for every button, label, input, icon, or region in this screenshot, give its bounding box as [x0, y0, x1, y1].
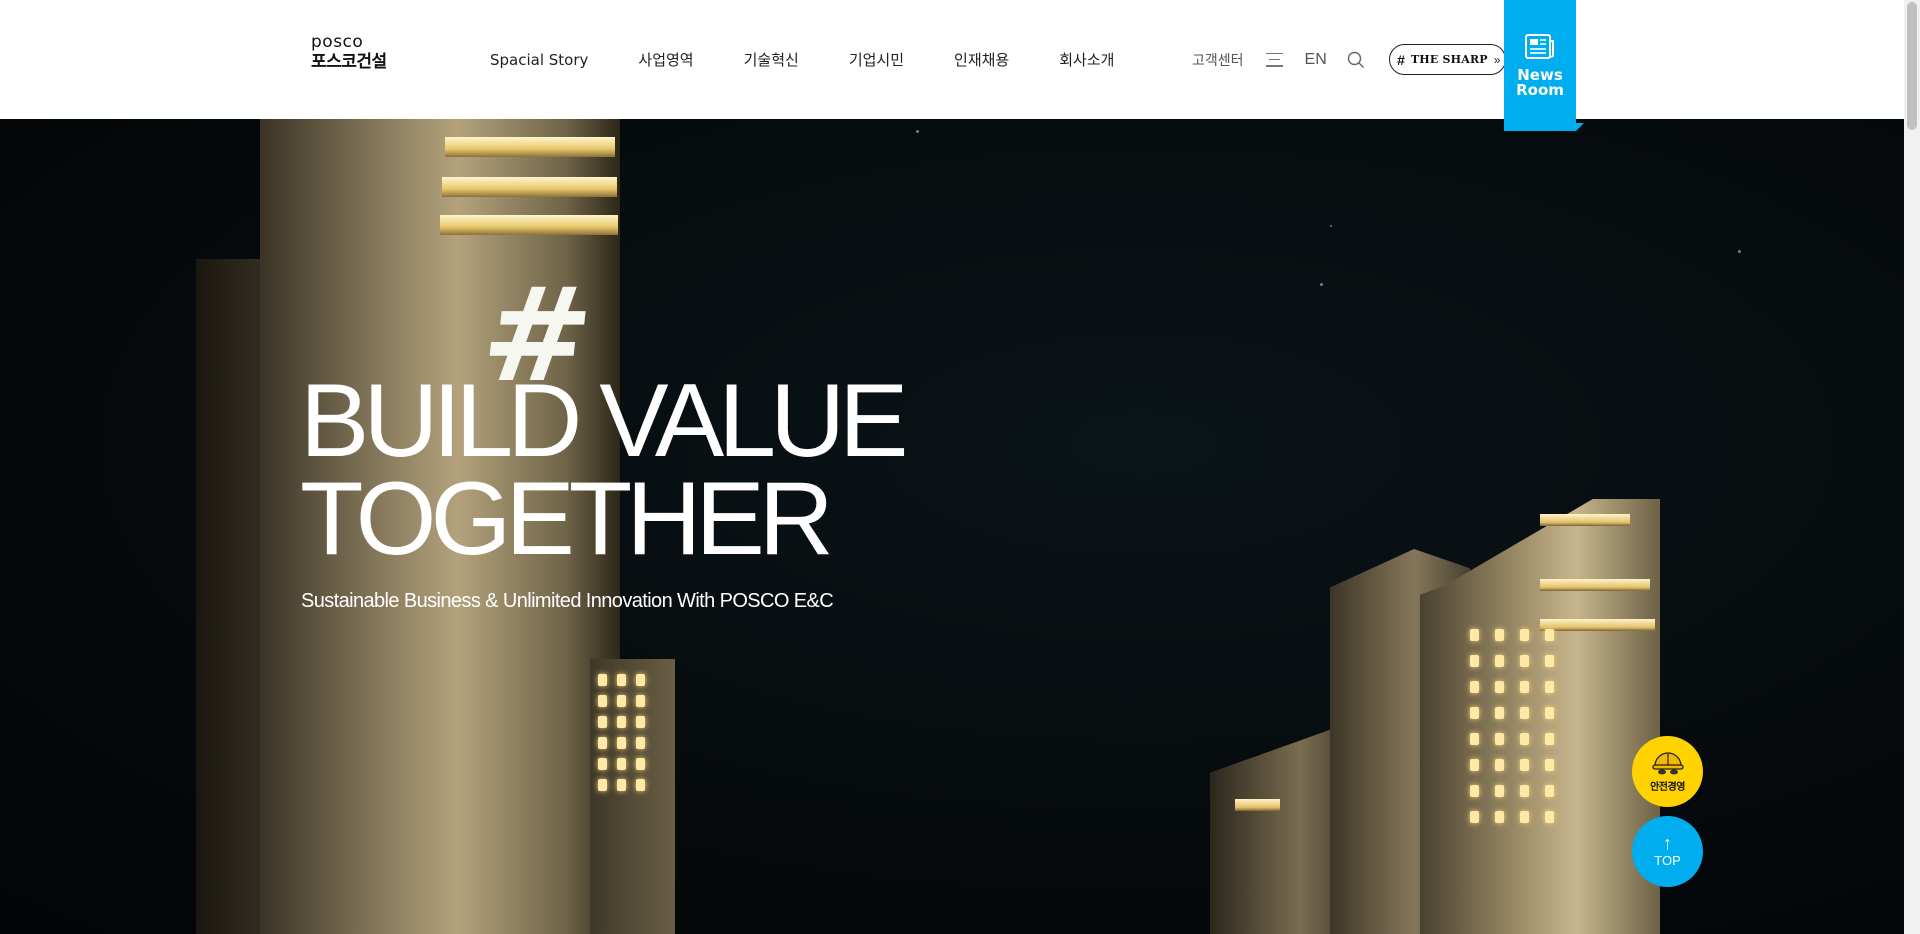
tower-light-band [442, 177, 617, 197]
main-nav: Spacial Story 사업영역 기술혁신 기업시민 인재채용 회사소개 [490, 0, 1164, 119]
tower-light-band [445, 137, 615, 157]
hamburger-icon[interactable] [1265, 52, 1283, 67]
nav-item-business[interactable]: 사업영역 [638, 49, 693, 70]
arrow-up-icon: ↑ [1663, 833, 1672, 853]
nav-item-company[interactable]: 회사소개 [1059, 49, 1114, 70]
nav-item-recruit[interactable]: 인재채용 [954, 49, 1009, 70]
utility-bar: 고객센터 EN # THE SHARP » [1192, 0, 1506, 119]
star [1320, 283, 1323, 286]
hero-title: BUILD VALUE TOGETHER [300, 363, 909, 577]
star [1738, 250, 1741, 253]
right-tower-light-band [1540, 619, 1655, 631]
newsroom-label: News Room [1516, 66, 1564, 99]
posco-logo[interactable]: posco 포스코건설 [311, 34, 387, 71]
star [1330, 225, 1332, 227]
hero-subtitle: Sustainable Business & Unlimited Innovat… [301, 590, 834, 612]
scrollbar-thumb[interactable] [1907, 2, 1917, 130]
nav-item-technology[interactable]: 기술혁신 [744, 49, 799, 70]
scroll-top-button[interactable]: ↑ TOP [1632, 816, 1703, 887]
double-chevron-icon: » [1493, 52, 1500, 67]
nav-item-spacial-story[interactable]: Spacial Story [490, 51, 588, 69]
right-tower-light-band [1540, 514, 1630, 526]
site-header: posco 포스코건설 Spacial Story 사업영역 기술혁신 기업시민… [0, 0, 1904, 131]
nav-item-corporate-citizenship[interactable]: 기업시민 [849, 49, 904, 70]
search-icon[interactable] [1347, 51, 1365, 69]
safety-management-label: 안전경영 [1650, 782, 1685, 793]
customer-center-link[interactable]: 고객센터 [1192, 50, 1244, 70]
right-windows [1470, 629, 1554, 823]
star [916, 130, 919, 133]
logo-en-text: posco [311, 32, 364, 52]
hardhat-icon [1651, 752, 1684, 775]
scroll-top-label: TOP [1654, 853, 1681, 868]
safety-management-button[interactable]: 안전경영 [1632, 736, 1703, 807]
left-windows [598, 674, 645, 791]
hero-section: # BUILD VALUE TOGETHER Sustainable Busin… [0, 119, 1904, 934]
newspaper-icon [1525, 34, 1554, 59]
page-scrollbar[interactable] [1904, 0, 1920, 934]
tower-light-band [440, 215, 618, 235]
sharp-hash-icon: # [1397, 51, 1405, 68]
newsroom-button[interactable]: News Room [1504, 0, 1584, 131]
the-sharp-button[interactable]: # THE SHARP » [1388, 44, 1506, 75]
right-tower-light-band [1235, 799, 1280, 811]
right-tower-light-band [1540, 579, 1650, 591]
sharp-label: THE SHARP [1410, 53, 1488, 66]
logo-kr-text: 포스코건설 [311, 52, 387, 72]
language-toggle[interactable]: EN [1305, 51, 1327, 69]
